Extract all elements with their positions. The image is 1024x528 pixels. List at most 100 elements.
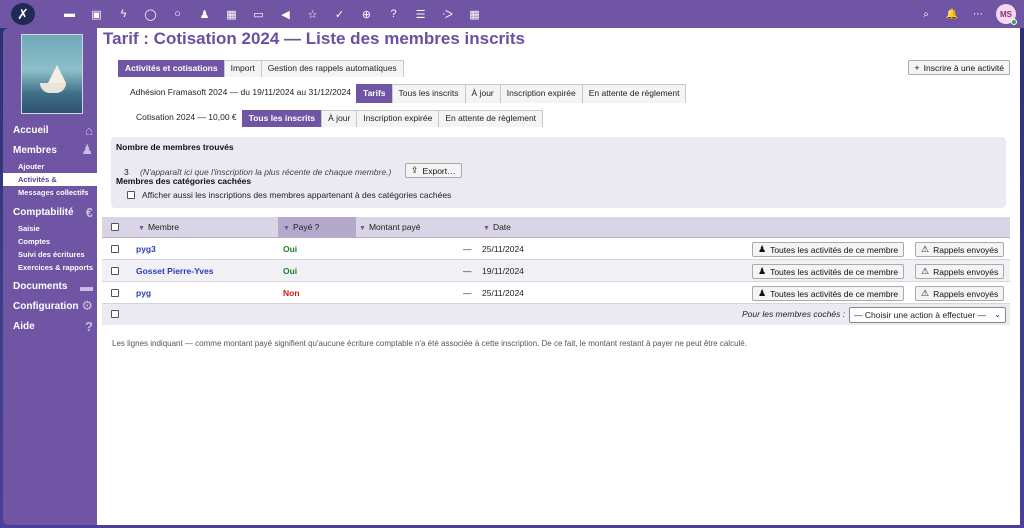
sidebar-item-saisie[interactable]: Saisie [3, 222, 97, 235]
column-date[interactable]: ▼ Date [480, 217, 560, 238]
tab-inscription-expiree[interactable]: Inscription expirée [499, 84, 583, 103]
results-info-box: Nombre de membres trouvés 3 (N'apparaît … [111, 137, 1006, 208]
organization-logo[interactable] [21, 34, 83, 114]
online-status-icon [1011, 19, 1017, 25]
tab-attente-reglement[interactable]: En attente de règlement [581, 84, 687, 103]
tab-tarifs[interactable]: Tarifs [356, 84, 393, 103]
sidebar-item-comptabilite[interactable]: Comptabilité € [3, 202, 97, 222]
column-montant[interactable]: ▼ Montant payé [356, 217, 476, 238]
tab-activites-cotisations[interactable]: Activités et cotisations [118, 60, 225, 77]
help-icon: ? [85, 318, 93, 334]
table-icon[interactable]: ▦ [461, 0, 488, 28]
top-bar: ✗ ▬ ▣ ϟ ◯ ○ ♟ ▦ ▭ ◀ ☆ ✓ ⊕ ? ☰ ᐧᐳ ▦ ⌕ 🔔 ⋯… [0, 0, 1024, 28]
user-icon: ♟ [758, 288, 767, 298]
circles-icon[interactable]: ○ [164, 0, 191, 28]
page-title: Tarif : Cotisation 2024 — Liste des memb… [103, 29, 525, 48]
member-activities-button[interactable]: ♟ Toutes les activités de ce membre [752, 242, 905, 257]
reminders-sent-button[interactable]: ⚠ Rappels envoyés [915, 264, 1005, 279]
search-app-icon[interactable]: ◯ [137, 0, 164, 28]
more-icon[interactable]: ⋯ [970, 9, 986, 20]
hidden-categories-checkbox[interactable] [127, 191, 135, 199]
select-all-footer-checkbox[interactable] [111, 310, 119, 318]
hidden-categories-option: Afficher aussi les inscriptions des memb… [127, 190, 451, 200]
bulk-action-select[interactable]: — Choisir une action à effectuer — ⌄ [849, 307, 1006, 323]
members-found-heading: Nombre de membres trouvés [116, 142, 234, 152]
paheko-icon[interactable]: ᐧᐳ [434, 0, 461, 28]
row-checkbox[interactable] [111, 289, 119, 297]
calendar-icon[interactable]: ▦ [218, 0, 245, 28]
tab-fee-a-jour[interactable]: À jour [321, 110, 358, 127]
add-registration-button[interactable]: + Inscrire à une activité [908, 60, 1010, 75]
table-row: pyg Non — 25/11/2024 ♟ Toutes les activit… [102, 282, 1010, 304]
list-icon[interactable]: ☰ [407, 0, 434, 28]
globe-icon[interactable]: ⊕ [353, 0, 380, 28]
files-icon[interactable]: ▬ [56, 0, 83, 28]
select-all-checkbox[interactable] [111, 223, 119, 231]
row-checkbox[interactable] [111, 267, 119, 275]
row-checkbox[interactable] [111, 245, 119, 253]
main-tabs: Activités et cotisations Import Gestion … [118, 60, 404, 77]
activity-icon[interactable]: ϟ [110, 0, 137, 28]
sidebar-item-activites-cotisations[interactable]: Activités & cotisations [3, 173, 97, 197]
tab-fee-tous-inscrits[interactable]: Tous les inscrits [241, 110, 323, 127]
tab-tous-inscrits[interactable]: Tous les inscrits [391, 84, 466, 103]
paid-status: Oui [283, 266, 298, 276]
table-footer: Pour les membres cochés : — Choisir une … [102, 304, 1010, 325]
sidebar-item-ajouter[interactable]: Ajouter [3, 160, 97, 173]
warning-icon: ⚠ [921, 244, 930, 254]
sidebar-item-suivi-ecritures[interactable]: Suivi des écritures [3, 248, 97, 261]
sidebar-item-exercices-rapports[interactable]: Exercices & rapports [3, 261, 97, 274]
member-link[interactable]: Gosset Pierre-Yves [136, 260, 214, 282]
announcement-icon[interactable]: ◀ [272, 0, 299, 28]
table-header: ▼ Membre ▼ Payé ? ▼ Montant payé ▼ Date [102, 217, 1010, 238]
sidebar-item-documents[interactable]: Documents ▬ [3, 276, 97, 296]
app-launcher: ▬ ▣ ϟ ◯ ○ ♟ ▦ ▭ ◀ ☆ ✓ ⊕ ? ☰ ᐧᐳ ▦ [56, 0, 488, 28]
tab-fee-attente-reglement[interactable]: En attente de règlement [438, 110, 544, 127]
sidebar-item-aide[interactable]: Aide ? [3, 316, 97, 336]
euro-icon: € [85, 204, 93, 220]
column-membre[interactable]: ▼ Membre [133, 217, 278, 238]
tab-import[interactable]: Import [223, 60, 262, 77]
export-button[interactable]: ⇪ Export… [405, 163, 462, 178]
sidebar-nav: Accueil ⌂ Membres ♟ Ajouter Activités & … [3, 120, 97, 336]
tab-fee-inscription-expiree[interactable]: Inscription expirée [356, 110, 440, 127]
user-icon: ♟ [758, 244, 767, 254]
member-activities-button[interactable]: ♟ Toutes les activités de ce membre [752, 286, 905, 301]
search-icon[interactable]: ⌕ [918, 9, 934, 20]
app-logo[interactable]: ✗ [11, 3, 35, 25]
sidebar-item-membres[interactable]: Membres ♟ [3, 140, 97, 160]
contacts-icon[interactable]: ♟ [191, 0, 218, 28]
members-table: ▼ Membre ▼ Payé ? ▼ Montant payé ▼ Date pyg3… [102, 217, 1010, 325]
home-icon: ⌂ [85, 122, 93, 138]
paid-status: Oui [283, 244, 298, 254]
sidebar-item-configuration[interactable]: Configuration ⚙ [3, 296, 97, 316]
reminders-sent-button[interactable]: ⚠ Rappels envoyés [915, 286, 1005, 301]
amount-paid: — [463, 288, 472, 298]
star-icon[interactable]: ☆ [299, 0, 326, 28]
help-app-icon[interactable]: ? [380, 0, 407, 28]
column-paye[interactable]: ▼ Payé ? [278, 217, 356, 238]
notifications-icon[interactable]: 🔔 [944, 9, 960, 20]
paid-status: Non [283, 288, 300, 298]
member-activities-button[interactable]: ♟ Toutes les activités de ce membre [752, 264, 905, 279]
tab-a-jour[interactable]: À jour [464, 84, 501, 103]
tab-rappels-automatiques[interactable]: Gestion des rappels automatiques [260, 60, 404, 77]
photos-icon[interactable]: ▣ [83, 0, 110, 28]
sort-down-icon: ▼ [283, 225, 290, 232]
member-link[interactable]: pyg [136, 282, 151, 304]
sidebar-item-messages-collectifs[interactable]: Messages collectifs [3, 186, 97, 199]
sidebar-item-accueil[interactable]: Accueil ⌂ [3, 120, 97, 140]
deck-icon[interactable]: ▭ [245, 0, 272, 28]
main-content: Tarif : Cotisation 2024 — Liste des memb… [97, 28, 1020, 525]
reminders-sent-button[interactable]: ⚠ Rappels envoyés [915, 242, 1005, 257]
tasks-icon[interactable]: ✓ [326, 0, 353, 28]
member-link[interactable]: pyg3 [136, 238, 156, 260]
sort-down-icon: ▼ [138, 225, 145, 232]
fee-name: Cotisation 2024 — 10,00 € [130, 110, 243, 127]
sidebar-item-comptes[interactable]: Comptes [3, 235, 97, 248]
sort-down-icon: ▼ [483, 225, 490, 232]
sort-down-icon: ▼ [359, 225, 366, 232]
user-avatar[interactable]: MS [996, 4, 1017, 25]
gear-icon: ⚙ [81, 298, 93, 313]
bulk-action-label: Pour les membres cochés : [742, 309, 845, 319]
